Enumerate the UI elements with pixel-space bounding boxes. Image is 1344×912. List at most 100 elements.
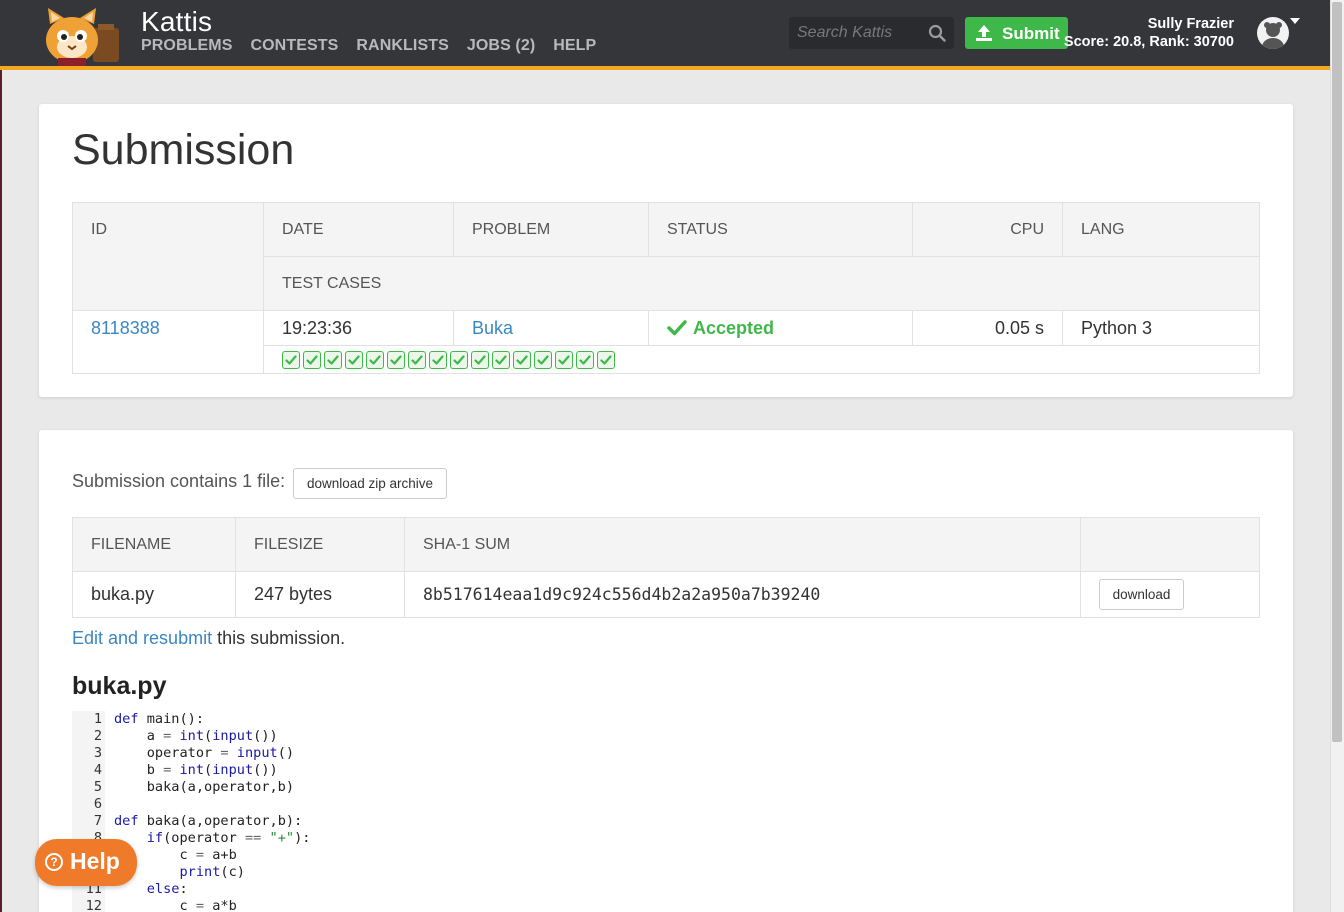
nav-help[interactable]: HELP <box>553 37 596 55</box>
file-actions: download <box>1080 571 1260 618</box>
submission-table: ID DATE PROBLEM STATUS CPU LANG TEST CAS… <box>72 202 1260 374</box>
submit-button[interactable]: Submit <box>965 17 1068 49</box>
line-number: 1 <box>72 711 105 728</box>
page-edge <box>0 70 2 912</box>
code-text: operator = input() <box>114 745 295 761</box>
col-header-date: DATE <box>263 202 454 257</box>
line-number: 7 <box>72 813 105 830</box>
problem-cell: Buka <box>453 310 649 346</box>
line-number: 2 <box>72 728 105 745</box>
test-case-passed-icon[interactable] <box>429 350 447 369</box>
test-case-passed-icon[interactable] <box>450 350 468 369</box>
code-line: 4 b = int(input()) <box>72 762 472 779</box>
test-case-passed-icon[interactable] <box>345 350 363 369</box>
test-case-passed-icon[interactable] <box>303 350 321 369</box>
user-menu-caret-icon[interactable] <box>1290 18 1300 24</box>
col-header-actions <box>1080 517 1260 572</box>
code-text: a = int(input()) <box>114 728 278 744</box>
file-name: buka.py <box>72 571 236 618</box>
submission-date: 19:23:36 <box>263 310 454 346</box>
test-case-passed-icon[interactable] <box>324 350 342 369</box>
test-case-passed-icon[interactable] <box>576 350 594 369</box>
test-case-passed-icon[interactable] <box>513 350 531 369</box>
scrollbar-thumb[interactable] <box>1332 2 1342 742</box>
test-case-passed-icon[interactable] <box>555 350 573 369</box>
status-accepted: Accepted <box>693 317 775 338</box>
test-case-passed-icon[interactable] <box>366 350 384 369</box>
code-line: 5 baka(a,operator,b) <box>72 779 472 796</box>
help-button[interactable]: ? Help <box>35 839 137 886</box>
page-title: Submission <box>72 126 295 174</box>
submission-id-link[interactable]: 8118388 <box>91 318 160 338</box>
avatar[interactable] <box>1257 17 1289 49</box>
code-file-title: buka.py <box>72 672 167 700</box>
test-case-passed-icon[interactable] <box>282 350 300 369</box>
download-file-button[interactable]: download <box>1099 579 1184 610</box>
files-table: FILENAME FILESIZE SHA-1 SUM buka.py 247 … <box>72 517 1260 618</box>
file-sha1: 8b517614eaa1d9c924c556d4b2a2a950a7b39240 <box>404 571 1081 618</box>
upload-icon <box>976 25 992 41</box>
user-silhouette-icon <box>1262 22 1284 49</box>
status-cell: Accepted <box>648 310 913 346</box>
col-header-sha1: SHA-1 SUM <box>404 517 1081 572</box>
brand-title[interactable]: Kattis <box>141 6 212 38</box>
code-text: c = a*b <box>114 898 237 912</box>
code-line: 6 <box>72 796 472 813</box>
code-text: if(operator == "+"): <box>146 830 311 846</box>
code-line: 11 else: <box>72 881 472 898</box>
user-score: Score: 20.8, Rank: 30700 <box>1063 34 1234 50</box>
kattis-logo[interactable] <box>38 6 130 66</box>
code-line: 8 if(operator == "+"): <box>72 830 472 847</box>
table-row: buka.py 247 bytes 8b517614eaa1d9c924c556… <box>72 571 1260 618</box>
line-number: 3 <box>72 745 105 762</box>
line-number: 6 <box>72 796 105 813</box>
resubmit-rest: this submission. <box>212 628 346 648</box>
nav-problems[interactable]: PROBLEMS <box>141 37 232 55</box>
search-icon[interactable] <box>928 24 946 42</box>
test-case-passed-icon[interactable] <box>597 350 615 369</box>
user-name[interactable]: Sully Frazier <box>1148 16 1234 32</box>
test-case-passed-icon[interactable] <box>492 350 510 369</box>
files-intro: Submission contains 1 file: <box>72 471 286 491</box>
line-number: 5 <box>72 779 105 796</box>
line-number: 12 <box>72 898 105 912</box>
search-box <box>789 17 954 49</box>
code-line: 2 a = int(input()) <box>72 728 472 745</box>
code-text: def baka(a,operator,b): <box>114 813 303 829</box>
test-case-passed-icon[interactable] <box>408 350 426 369</box>
download-zip-button[interactable]: download zip archive <box>293 468 447 499</box>
submit-label: Submit <box>1002 24 1060 43</box>
code-line: 7 def baka(a,operator,b): <box>72 813 472 830</box>
col-header-test-cases: TEST CASES <box>263 256 1260 311</box>
problem-link[interactable]: Buka <box>472 318 513 338</box>
code-line: 3 operator = input() <box>72 745 472 762</box>
file-size: 247 bytes <box>235 571 405 618</box>
code-text: def main(): <box>114 711 205 727</box>
code-text: baka(a,operator,b) <box>114 779 295 795</box>
code-text: b = int(input()) <box>114 762 278 778</box>
main-nav: PROBLEMS CONTESTS RANKLISTS JOBS (2) HEL… <box>141 37 614 55</box>
test-case-passed-icon[interactable] <box>387 350 405 369</box>
code-line: 1 def main(): <box>72 711 472 728</box>
test-case-list <box>282 350 1241 369</box>
col-header-lang: LANG <box>1062 202 1260 257</box>
test-cases-cell <box>263 345 1260 374</box>
code-viewer: 1 def main(): 2 a = int(input()) 3 operator… <box>72 711 472 912</box>
nav-jobs[interactable]: JOBS (2) <box>467 37 535 55</box>
nav-contests[interactable]: CONTESTS <box>250 37 338 55</box>
question-icon: ? <box>45 853 63 871</box>
language: Python 3 <box>1062 310 1260 346</box>
help-label: Help <box>70 848 120 874</box>
col-header-status: STATUS <box>648 202 913 257</box>
search-input[interactable] <box>789 17 924 49</box>
col-header-id: ID <box>72 202 264 311</box>
test-case-passed-icon[interactable] <box>471 350 489 369</box>
test-case-passed-icon[interactable] <box>534 350 552 369</box>
submission-id-cell: 8118388 <box>72 310 264 374</box>
nav-ranklists[interactable]: RANKLISTS <box>356 37 448 55</box>
col-header-filesize: FILESIZE <box>235 517 405 572</box>
files-card: Submission contains 1 file: download zip… <box>39 430 1293 912</box>
resubmit-line: Edit and resubmit this submission. <box>72 628 345 649</box>
edit-resubmit-link[interactable]: Edit and resubmit <box>72 628 212 648</box>
